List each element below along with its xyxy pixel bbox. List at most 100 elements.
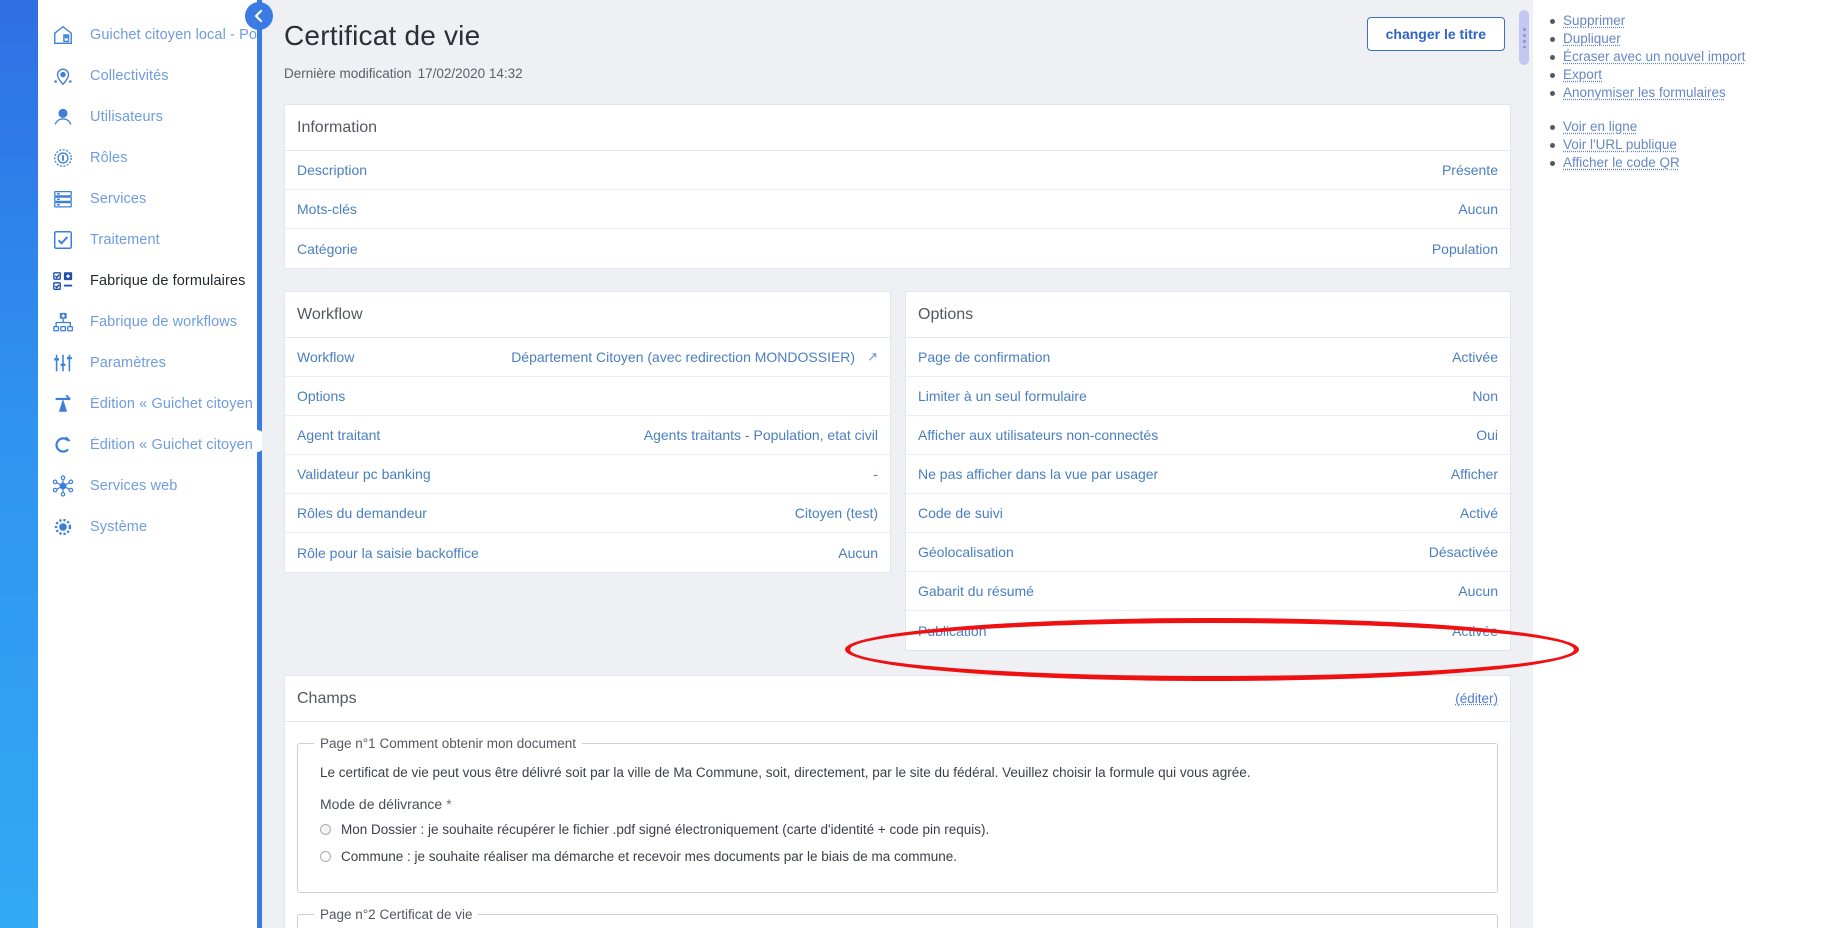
sidebar-item-label: Fabrique de workflows — [90, 313, 238, 330]
kv-key: Afficher aux utilisateurs non-connectés — [918, 427, 1159, 443]
radio-dot-icon[interactable] — [320, 851, 331, 862]
last-modified: Dernière modification 17/02/2020 14:32 — [284, 66, 1511, 81]
information-card: Information Description Présente Mots-clés… — [284, 104, 1511, 269]
action-link[interactable]: Dupliquer — [1563, 31, 1621, 46]
kv-row[interactable]: Workflow Département Citoyen (avec redire… — [285, 338, 890, 377]
sidebar-item-9[interactable]: Édition « Guichet citoyen l... — [38, 383, 257, 424]
champs-card-title: Champs (éditer) — [285, 676, 1510, 722]
action-link[interactable]: Voir en ligne — [1563, 119, 1637, 134]
page-header: Certificat de vie changer le titre Derni… — [262, 0, 1533, 104]
page1-field-label: Mode de délivrance * — [320, 796, 1483, 812]
workflow-options-row: Workflow Workflow Département Citoyen (av… — [284, 291, 1511, 651]
actions-group-secondary: Voir en ligne Voir l'URL publique Afficher… — [1533, 118, 1841, 172]
champs-edit-link[interactable]: (éditer) — [1455, 691, 1498, 706]
sidebar-item-8[interactable]: Paramètres — [38, 342, 257, 383]
kv-row[interactable]: Page de confirmation Activée — [906, 338, 1510, 377]
kv-value: Citoyen (test) — [795, 505, 878, 521]
action-link[interactable]: Export — [1563, 67, 1602, 82]
sidebar-item-0[interactable]: Guichet citoyen local - Por... — [38, 14, 257, 55]
change-title-button[interactable]: changer le titre — [1366, 17, 1505, 51]
kv-row[interactable]: Description Présente — [285, 151, 1510, 190]
kv-row[interactable]: Gabarit du résumé Aucun — [906, 572, 1510, 611]
kv-value: Oui — [1476, 427, 1498, 443]
sliders-icon — [50, 350, 76, 376]
kv-value-text: Population — [1431, 240, 1498, 257]
workflow-builder-icon — [50, 309, 76, 335]
kv-value-text: Activée — [1452, 622, 1498, 639]
radio-option-mon-dossier[interactable]: Mon Dossier : je souhaite récupérer le f… — [320, 822, 1483, 837]
kv-value: Aucun — [1458, 201, 1498, 217]
kv-row[interactable]: Géolocalisation Désactivée — [906, 533, 1510, 572]
kv-key: Rôle pour la saisie backoffice — [297, 544, 479, 561]
kv-key: Catégorie — [297, 240, 358, 257]
sidebar-item-10[interactable]: Édition « Guichet citoyen l... — [38, 424, 257, 465]
kv-row[interactable]: Catégorie Population — [285, 229, 1510, 268]
kv-value-text: Présente — [1441, 162, 1498, 178]
actions-group-separator — [1533, 102, 1841, 118]
sidebar-item-4[interactable]: Services — [38, 178, 257, 219]
workflow-rows: Workflow Département Citoyen (avec redire… — [285, 338, 890, 572]
kv-row[interactable]: Validateur pc banking - — [285, 455, 890, 494]
form-builder-icon — [50, 268, 76, 294]
page2-legend: Page n°2 Certificat de vie — [320, 907, 473, 922]
action-link[interactable]: Écraser avec un nouvel import — [1563, 49, 1745, 64]
sidebar-collapse-button[interactable] — [245, 2, 273, 30]
action-link[interactable]: Supprimer — [1563, 13, 1625, 28]
content-scrollbar-thumb[interactable] — [1519, 10, 1529, 65]
kv-row[interactable]: Code de suivi Activé — [906, 494, 1510, 533]
options-card-title: Options — [906, 292, 1510, 338]
kv-row[interactable]: Options — [285, 377, 890, 416]
content-scrollbar[interactable] — [1519, 10, 1529, 928]
sidebar-item-12[interactable]: Système — [38, 506, 257, 547]
external-link-icon[interactable]: ↗ — [867, 349, 878, 365]
kv-row[interactable]: Rôles du demandeur Citoyen (test) — [285, 494, 890, 533]
kv-key: Workflow — [297, 349, 355, 365]
action-link[interactable]: Afficher le code QR — [1563, 155, 1680, 170]
sidebar-item-7[interactable]: Fabrique de workflows — [38, 301, 257, 342]
kv-value: - — [873, 466, 878, 482]
kv-value: Population — [1432, 241, 1498, 257]
kv-row[interactable]: Mots-clés Aucun — [285, 190, 1510, 229]
sidebar-item-label: Rôles — [90, 149, 128, 166]
sidebar-item-2[interactable]: Utilisateurs — [38, 96, 257, 137]
sidebar-item-6[interactable]: Fabrique de formulaires — [38, 260, 257, 301]
location-pin-icon — [50, 63, 76, 89]
gear-icon — [50, 514, 76, 540]
action-link[interactable]: Anonymiser les formulaires — [1563, 85, 1726, 100]
kv-row[interactable]: Publication Activée — [906, 611, 1510, 650]
action-list-item: Voir l'URL publique — [1550, 136, 1841, 154]
workflow-card-title: Workflow — [285, 292, 890, 338]
page1-field-label-text: Mode de délivrance — [320, 796, 443, 812]
radio-dot-icon[interactable] — [320, 824, 331, 835]
sidebar-item-1[interactable]: Collectivités — [38, 55, 257, 96]
kv-value-text: Activé — [1459, 505, 1498, 521]
kv-row[interactable]: Ne pas afficher dans la vue par usager Af… — [906, 455, 1510, 494]
kv-key: Mots-clés — [297, 201, 357, 217]
radio-option-label: Mon Dossier : je souhaite récupérer le f… — [341, 822, 990, 837]
action-list-item: Anonymiser les formulaires — [1550, 84, 1841, 102]
checkbox-icon — [50, 227, 76, 253]
sidebar-item-label: Collectivités — [90, 67, 169, 84]
kv-row[interactable]: Agent traitant Agents traitants - Populat… — [285, 416, 890, 455]
kv-row[interactable]: Rôle pour la saisie backoffice Aucun — [285, 533, 890, 572]
sidebar-item-label: Fabrique de formulaires — [90, 272, 246, 289]
sidebar-item-11[interactable]: Services web — [38, 465, 257, 506]
kv-key: Ne pas afficher dans la vue par usager — [918, 466, 1159, 482]
radio-option-commune[interactable]: Commune : je souhaite réaliser ma démarc… — [320, 849, 1483, 864]
kv-key: Description — [297, 162, 368, 178]
sidebar-item-3[interactable]: Rôles — [38, 137, 257, 178]
action-link[interactable]: Voir l'URL publique — [1563, 137, 1677, 152]
home-portal-icon — [50, 22, 76, 48]
sidebar-item-label: Paramètres — [90, 354, 166, 371]
kv-key: Page de confirmation — [918, 349, 1051, 365]
kv-value: Aucun — [838, 545, 878, 561]
sidebar-item-5[interactable]: Traitement — [38, 219, 257, 260]
kv-value: Agents traitants - Population, etat civi… — [644, 427, 878, 443]
kv-row[interactable]: Afficher aux utilisateurs non-connectés O… — [906, 416, 1510, 455]
kv-value: Afficher — [1451, 466, 1498, 482]
main-content: Certificat de vie changer le titre Derni… — [262, 0, 1533, 928]
kv-row[interactable]: Limiter à un seul formulaire Non — [906, 377, 1510, 416]
radio-option-label: Commune : je souhaite réaliser ma démarc… — [341, 849, 958, 864]
kv-value-text: Afficher — [1450, 466, 1498, 482]
kv-value: Aucun — [1458, 583, 1498, 599]
